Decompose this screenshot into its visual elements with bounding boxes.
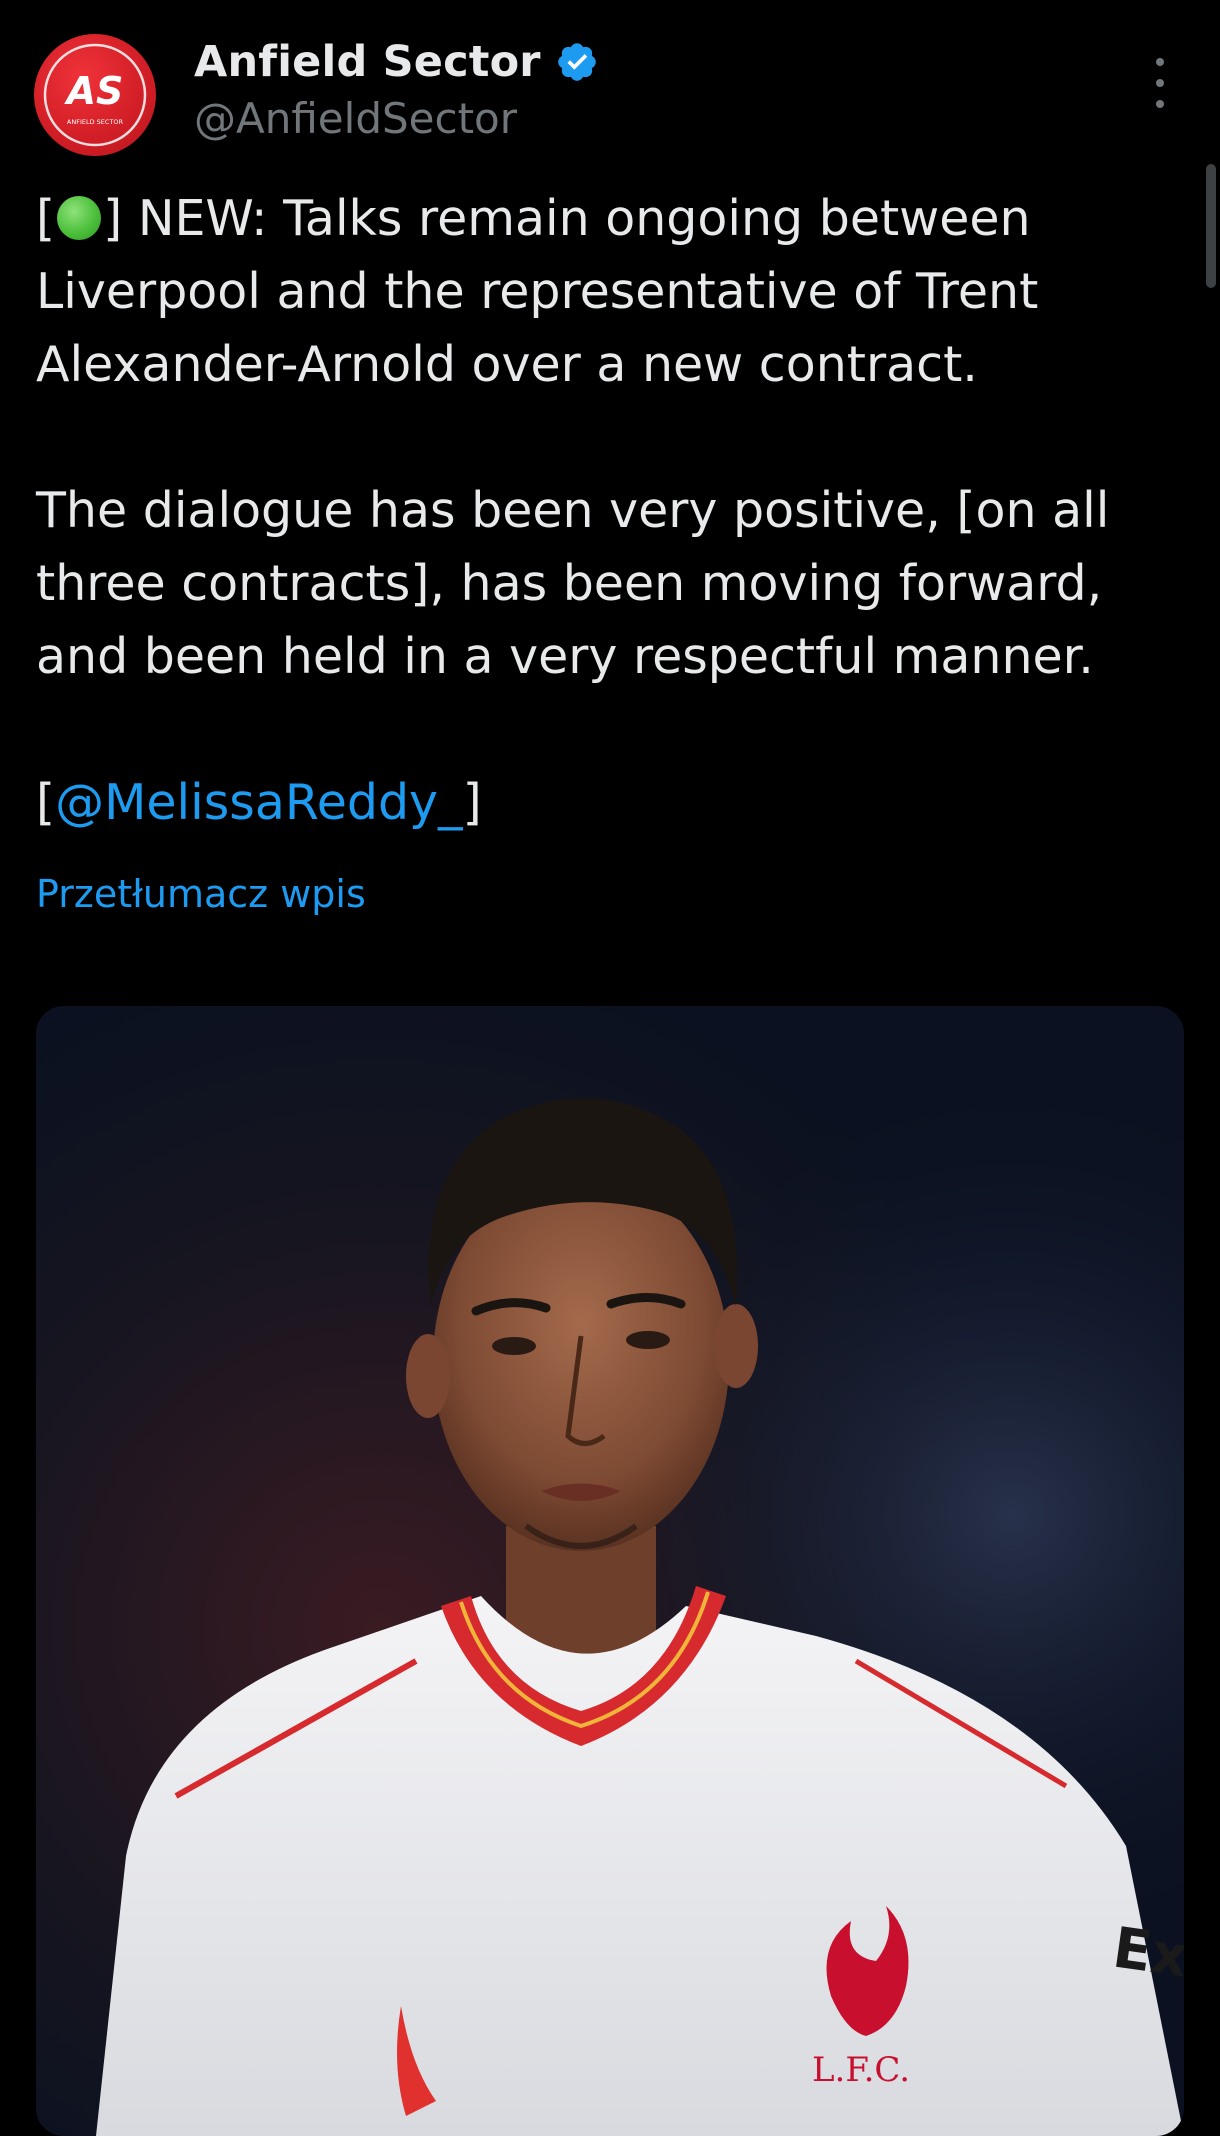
tweet-text: [] NEW: Talks remain ongoing between Liv… xyxy=(36,182,1186,839)
crest-text: L.F.C. xyxy=(812,2050,910,2090)
verified-badge-icon xyxy=(557,43,596,81)
translate-post-link[interactable]: Przetłumacz wpis xyxy=(36,872,366,916)
bracket-text: [ xyxy=(36,190,56,247)
anfield-sector-logo-icon: AS ANFIELD SECTOR xyxy=(43,43,147,147)
author-name[interactable]: Anfield Sector xyxy=(194,37,541,87)
paragraph-text: ] NEW: Talks remain ongoing between Live… xyxy=(36,190,1039,393)
more-options-button[interactable] xyxy=(1140,58,1180,108)
more-dot-icon xyxy=(1156,100,1164,108)
bracket-text: ] xyxy=(462,774,482,831)
sleeve-sponsor-text: Ex xyxy=(1109,1915,1184,1990)
avatar-subtext: ANFIELD SECTOR xyxy=(67,118,124,126)
author-info: Anfield Sector @AnfieldSector xyxy=(194,34,599,143)
more-dot-icon xyxy=(1156,58,1164,66)
more-dot-icon xyxy=(1156,79,1164,87)
mention-link[interactable]: @MelissaReddy_ xyxy=(55,774,462,831)
tweet: AS ANFIELD SECTOR Anfield Sector @Anfiel… xyxy=(0,0,1220,2136)
player-photo: L.F.C. Ex xyxy=(36,1006,1184,2136)
tweet-paragraph: [@MelissaReddy_] xyxy=(36,766,1186,839)
tweet-media-photo[interactable]: L.F.C. Ex xyxy=(36,1006,1184,2136)
scrollbar[interactable] xyxy=(1206,164,1216,288)
tweet-paragraph: The dialogue has been very positive, [on… xyxy=(36,474,1186,693)
green-circle-icon xyxy=(57,196,102,240)
bracket-text: [ xyxy=(36,774,56,831)
paragraph-text: The dialogue has been very positive, [on… xyxy=(36,482,1110,685)
author-handle[interactable]: @AnfieldSector xyxy=(194,94,599,143)
author-name-row: Anfield Sector xyxy=(194,34,599,90)
tweet-paragraph: [] NEW: Talks remain ongoing between Liv… xyxy=(36,182,1186,401)
avatar-initials: AS xyxy=(64,69,124,113)
avatar[interactable]: AS ANFIELD SECTOR xyxy=(34,34,156,156)
